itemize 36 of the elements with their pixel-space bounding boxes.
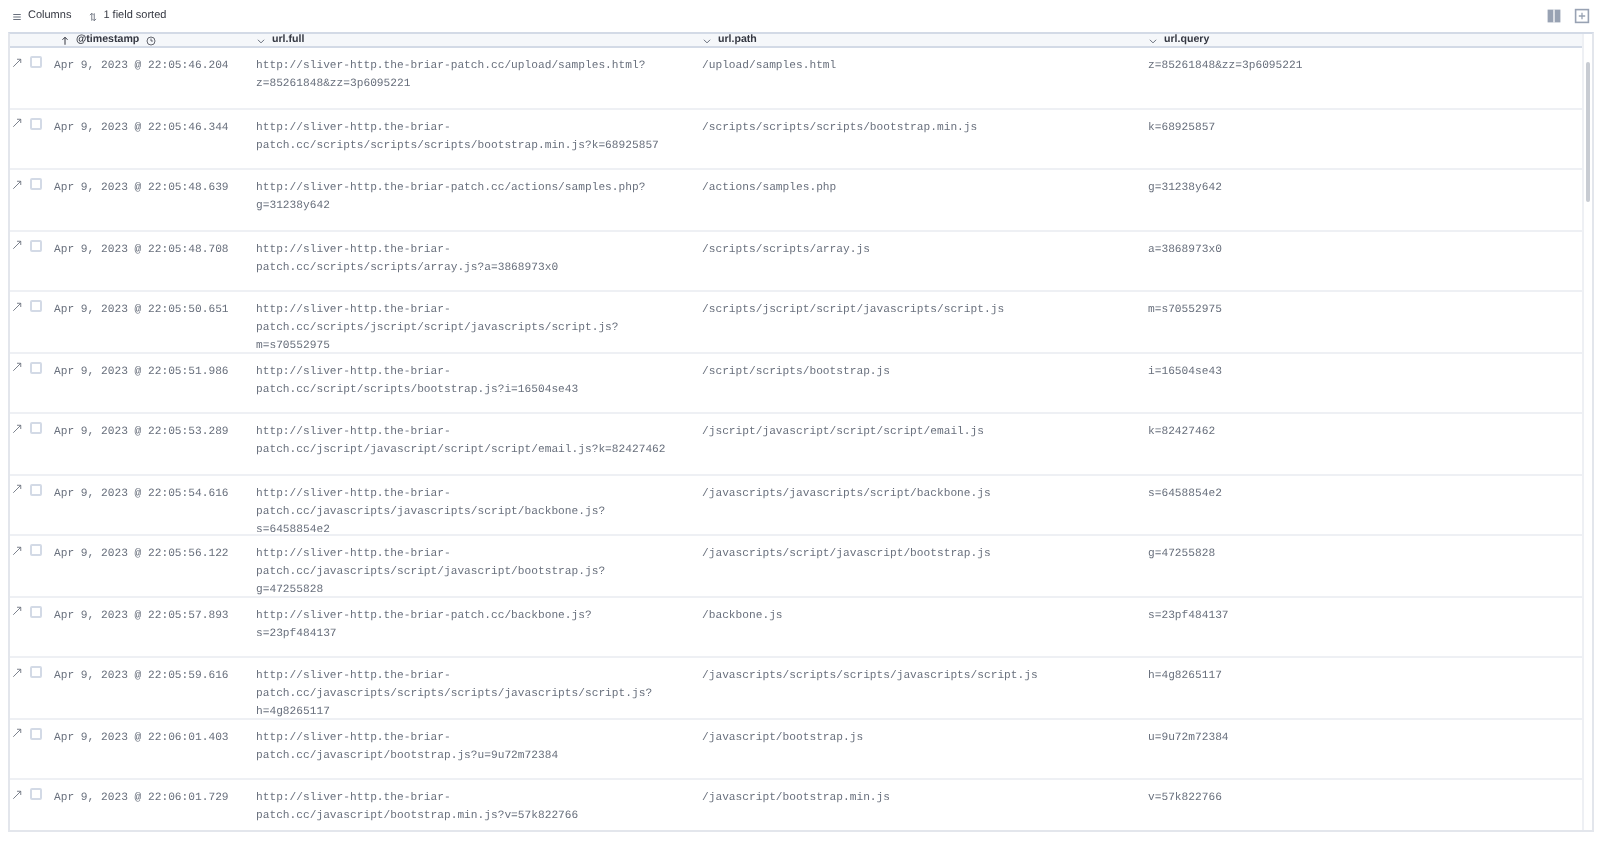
chevron-down-icon: [702, 35, 712, 45]
fullscreen-icon[interactable]: [1574, 8, 1590, 24]
scrollbar[interactable]: [1582, 34, 1592, 830]
columns-icon[interactable]: [1546, 8, 1562, 24]
expand-icon[interactable]: [12, 362, 22, 372]
row-checkbox[interactable]: [30, 56, 42, 68]
row-checkbox[interactable]: [30, 117, 42, 129]
expand-icon[interactable]: [12, 606, 22, 616]
sort-icon: [87, 11, 98, 21]
expand-icon[interactable]: [12, 179, 22, 189]
expand-icon[interactable]: [12, 484, 22, 494]
expand-icon[interactable]: [12, 667, 22, 677]
row-checkbox[interactable]: [30, 544, 42, 556]
expand-icon[interactable]: [12, 545, 22, 555]
expand-icon[interactable]: [12, 240, 22, 250]
sort-up-icon: [60, 35, 70, 45]
list-icon: [12, 11, 22, 21]
row-checkbox[interactable]: [30, 727, 42, 739]
clock-icon: [145, 35, 156, 45]
chevron-down-icon: [1148, 35, 1158, 45]
row-checkbox[interactable]: [30, 361, 42, 373]
row-checkbox[interactable]: [30, 483, 42, 495]
expand-icon[interactable]: [12, 301, 22, 311]
row-checkbox[interactable]: [30, 605, 42, 617]
row-checkbox[interactable]: [30, 422, 42, 434]
expand-icon[interactable]: [12, 57, 22, 67]
row-checkbox[interactable]: [30, 300, 42, 312]
expand-icon[interactable]: [12, 789, 22, 799]
row-checkbox[interactable]: [30, 178, 42, 190]
row-checkbox[interactable]: [30, 239, 42, 251]
row-checkbox[interactable]: [30, 788, 42, 800]
expand-icon[interactable]: [12, 423, 22, 433]
chevron-down-icon: [256, 35, 266, 45]
expand-icon[interactable]: [12, 118, 22, 128]
row-checkbox[interactable]: [30, 666, 42, 678]
expand-icon[interactable]: [12, 728, 22, 738]
